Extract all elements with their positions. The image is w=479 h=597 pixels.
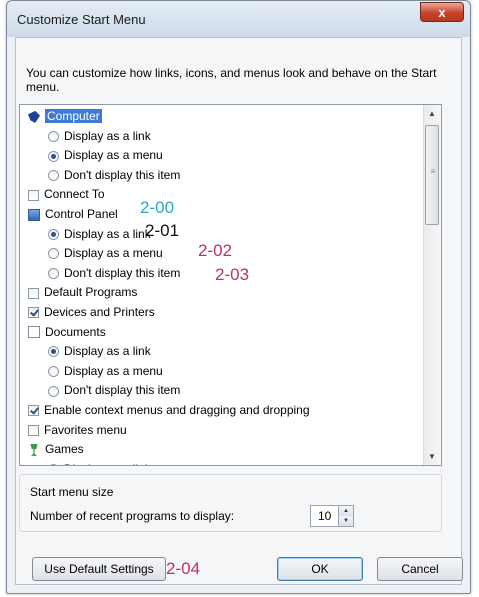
close-button[interactable]: x	[420, 2, 464, 22]
start-menu-options-list[interactable]: Computer Display as a link Display as a me…	[19, 104, 442, 466]
category-item[interactable]: Control Panel	[20, 205, 424, 225]
recent-programs-label: Number of recent programs to display:	[30, 509, 235, 523]
option-label: Favorites menu	[44, 422, 127, 437]
category-item[interactable]: Games	[20, 440, 424, 460]
start-menu-size-title: Start menu size	[30, 485, 114, 499]
title-bar: Customize Start Menu x	[7, 1, 470, 37]
radio-button[interactable]	[48, 170, 59, 182]
option-label: Enable context menus and dragging and dr…	[44, 402, 310, 417]
option-label: Display as a menu	[64, 363, 163, 378]
checkbox[interactable]	[28, 424, 39, 436]
option-label: Devices and Printers	[44, 304, 155, 319]
option-label: Control Panel	[45, 206, 118, 221]
radio-option[interactable]: Don't display this item	[20, 381, 424, 401]
option-label: Games	[45, 442, 84, 457]
spin-down-icon[interactable]: ▼	[338, 516, 353, 526]
cancel-button[interactable]: Cancel	[377, 557, 463, 581]
annotation-2-04: 2-04	[166, 559, 201, 578]
option-label: Display as a menu	[64, 246, 163, 261]
option-label: Display as a link	[64, 462, 151, 465]
option-label: Don't display this item	[64, 265, 181, 280]
checkbox-option[interactable]: Connect To	[20, 185, 424, 205]
option-label: Don't display this item	[64, 167, 181, 182]
grip-icon: ≡	[430, 167, 436, 176]
checkbox[interactable]	[28, 287, 39, 299]
option-label: Computer	[45, 109, 102, 123]
recent-programs-value[interactable]: 10	[318, 509, 331, 523]
use-default-settings-button[interactable]: Use Default Settings	[32, 557, 166, 581]
radio-option[interactable]: Display as a link	[20, 460, 424, 465]
radio-option[interactable]: Display as a menu	[20, 362, 424, 382]
dialog-title: Customize Start Menu	[17, 12, 146, 27]
ok-button[interactable]: OK	[277, 557, 363, 581]
checkbox[interactable]	[28, 307, 39, 319]
radio-button[interactable]	[48, 464, 59, 465]
vertical-scrollbar[interactable]: ▲ ≡ ▼	[423, 105, 441, 465]
options-list-items: Computer Display as a link Display as a me…	[20, 107, 424, 465]
annotation-2-00: 2-00	[140, 198, 175, 217]
scroll-thumb[interactable]: ≡	[425, 125, 439, 225]
radio-button[interactable]	[48, 130, 59, 142]
start-menu-size-group: Start menu size Number of recent program…	[19, 474, 442, 532]
radio-button[interactable]	[48, 268, 59, 280]
checkbox-option[interactable]: Enable context menus and dragging and dr…	[20, 401, 424, 421]
option-label: Don't display this item	[64, 383, 181, 398]
option-label: Connect To	[44, 187, 105, 202]
option-label: Display as a link	[64, 226, 151, 241]
control-panel-icon	[28, 208, 40, 221]
checkbox-option[interactable]: Default Programs	[20, 283, 424, 303]
scroll-down-icon[interactable]: ▼	[424, 448, 440, 465]
documents-icon	[28, 326, 40, 339]
annotation-2-01: 2-01	[145, 221, 180, 240]
radio-option[interactable]: Don't display this item	[20, 166, 424, 186]
checkbox-option[interactable]: Favorites menu	[20, 421, 424, 441]
option-label: Display as a link	[64, 128, 151, 143]
radio-option[interactable]: Display as a link	[20, 127, 424, 147]
option-label: Default Programs	[44, 285, 138, 300]
radio-button[interactable]	[48, 228, 59, 240]
radio-button[interactable]	[48, 346, 59, 358]
checkbox[interactable]	[28, 405, 39, 417]
games-icon	[30, 443, 38, 456]
category-item[interactable]: Computer	[20, 107, 424, 127]
radio-button[interactable]	[48, 150, 59, 162]
radio-button[interactable]	[48, 248, 59, 260]
radio-button[interactable]	[48, 385, 59, 397]
option-label: Display as a link	[64, 344, 151, 359]
annotation-2-02: 2-02	[198, 241, 233, 260]
description-text: You can customize how links, icons, and …	[26, 66, 437, 94]
option-label: Documents	[45, 324, 106, 339]
annotation-2-03: 2-03	[215, 265, 250, 284]
option-label: Display as a menu	[64, 148, 163, 163]
recent-programs-spinner[interactable]: 10 ▲ ▼	[310, 505, 354, 527]
checkbox[interactable]	[28, 189, 39, 201]
computer-icon	[28, 110, 40, 123]
scroll-up-icon[interactable]: ▲	[424, 105, 440, 122]
radio-option[interactable]: Display as a menu	[20, 146, 424, 166]
checkbox-option[interactable]: Devices and Printers	[20, 303, 424, 323]
radio-button[interactable]	[48, 366, 59, 378]
radio-option[interactable]: Display as a link	[20, 342, 424, 362]
category-item[interactable]: Documents	[20, 323, 424, 343]
